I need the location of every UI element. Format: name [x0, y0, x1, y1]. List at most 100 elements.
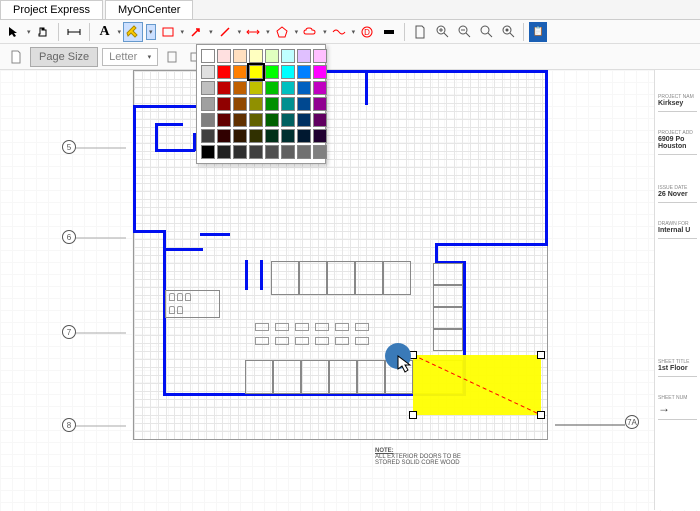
redact-tool[interactable]: [379, 22, 399, 42]
pointer-tool[interactable]: [4, 22, 24, 42]
color-swatch[interactable]: [249, 129, 263, 143]
color-swatch[interactable]: [265, 113, 279, 127]
highlighter-tool[interactable]: [123, 22, 143, 42]
color-swatch[interactable]: [217, 49, 231, 63]
color-swatch[interactable]: [233, 129, 247, 143]
color-swatch[interactable]: [281, 145, 295, 159]
color-swatch[interactable]: [217, 81, 231, 95]
paper-size-select[interactable]: Letter▾: [102, 48, 158, 66]
color-swatch[interactable]: [217, 129, 231, 143]
zoom-out-icon[interactable]: [454, 22, 474, 42]
arrow-tool[interactable]: [186, 22, 206, 42]
color-swatch[interactable]: [201, 129, 215, 143]
color-swatch[interactable]: [201, 113, 215, 127]
color-swatch[interactable]: [313, 49, 327, 63]
color-swatch[interactable]: [201, 65, 215, 79]
page-size-button[interactable]: Page Size: [30, 47, 98, 67]
color-swatch[interactable]: [297, 129, 311, 143]
color-swatch[interactable]: [201, 81, 215, 95]
color-swatch[interactable]: [249, 145, 263, 159]
color-swatch[interactable]: [249, 49, 263, 63]
polygon-dropdown[interactable]: ▾: [295, 28, 299, 36]
cloud-tool[interactable]: [300, 22, 320, 42]
pointer-dropdown[interactable]: ▾: [27, 28, 31, 36]
color-swatch[interactable]: [313, 65, 327, 79]
color-swatch[interactable]: [249, 113, 263, 127]
freehand-dropdown[interactable]: ▾: [352, 28, 356, 36]
polygon-tool[interactable]: [272, 22, 292, 42]
shape-tool[interactable]: [158, 22, 178, 42]
text-tool[interactable]: A: [95, 22, 115, 42]
color-swatch[interactable]: [281, 65, 295, 79]
cloud-dropdown[interactable]: ▾: [323, 28, 327, 36]
color-swatch[interactable]: [297, 113, 311, 127]
color-swatch[interactable]: [265, 49, 279, 63]
page-icon[interactable]: [410, 22, 430, 42]
color-swatch[interactable]: [297, 145, 311, 159]
highlighter-dropdown[interactable]: ▾: [146, 24, 156, 40]
color-swatch[interactable]: [249, 97, 263, 111]
color-swatch[interactable]: [313, 145, 327, 159]
color-swatch[interactable]: [297, 97, 311, 111]
shape-dropdown[interactable]: ▾: [181, 28, 185, 36]
color-swatch[interactable]: [265, 81, 279, 95]
color-swatch[interactable]: [297, 81, 311, 95]
color-swatch[interactable]: [233, 65, 247, 79]
selection-handle-nw[interactable]: [409, 351, 417, 359]
orientation-portrait-icon[interactable]: [162, 47, 182, 67]
color-swatch[interactable]: [297, 49, 311, 63]
pan-tool[interactable]: [33, 22, 53, 42]
stamp-tool[interactable]: D: [357, 22, 377, 42]
color-swatch[interactable]: [297, 65, 311, 79]
color-swatch[interactable]: [281, 81, 295, 95]
selection-handle-ne[interactable]: [537, 351, 545, 359]
zoom-fit-icon[interactable]: [476, 22, 496, 42]
color-grid: [201, 49, 321, 159]
color-swatch[interactable]: [233, 113, 247, 127]
color-swatch[interactable]: [217, 113, 231, 127]
color-swatch[interactable]: [233, 81, 247, 95]
color-swatch[interactable]: [281, 129, 295, 143]
zoom-in-icon[interactable]: [432, 22, 452, 42]
doc-icon[interactable]: [6, 47, 26, 67]
line-tool[interactable]: [215, 22, 235, 42]
line-dropdown[interactable]: ▾: [238, 28, 242, 36]
color-swatch[interactable]: [265, 129, 279, 143]
dim-dropdown[interactable]: ▾: [266, 28, 270, 36]
color-swatch[interactable]: [265, 65, 279, 79]
arrow-dropdown[interactable]: ▾: [209, 28, 213, 36]
color-swatch[interactable]: [217, 97, 231, 111]
color-swatch[interactable]: [313, 113, 327, 127]
color-swatch[interactable]: [217, 65, 231, 79]
tab-my-on-center[interactable]: MyOnCenter: [105, 0, 193, 19]
color-swatch[interactable]: [281, 97, 295, 111]
color-swatch[interactable]: [217, 145, 231, 159]
tab-project-express[interactable]: Project Express: [0, 0, 103, 19]
color-swatch[interactable]: [233, 97, 247, 111]
highlight-selection[interactable]: [413, 355, 541, 415]
zoom-actual-icon[interactable]: [498, 22, 518, 42]
text-dropdown[interactable]: ▾: [118, 28, 122, 36]
page-setup-bar: Page Size Letter▾: [0, 44, 700, 70]
color-swatch[interactable]: [249, 81, 263, 95]
freehand-tool[interactable]: [329, 22, 349, 42]
color-swatch[interactable]: [265, 145, 279, 159]
selection-handle-sw[interactable]: [409, 411, 417, 419]
dimension-tool[interactable]: [64, 22, 84, 42]
color-swatch[interactable]: [249, 65, 263, 79]
color-swatch[interactable]: [313, 81, 327, 95]
color-swatch[interactable]: [265, 97, 279, 111]
color-swatch[interactable]: [233, 49, 247, 63]
dim-annotation-tool[interactable]: [243, 22, 263, 42]
color-swatch[interactable]: [281, 113, 295, 127]
color-swatch[interactable]: [233, 145, 247, 159]
color-swatch[interactable]: [201, 145, 215, 159]
color-swatch[interactable]: [313, 129, 327, 143]
color-swatch[interactable]: [281, 49, 295, 63]
color-swatch[interactable]: [201, 97, 215, 111]
selection-handle-se[interactable]: [537, 411, 545, 419]
calendar-icon[interactable]: 📋: [529, 22, 547, 42]
color-swatch[interactable]: [201, 49, 215, 63]
drawing-canvas[interactable]: NOTE: ALL EXTERIOR DOORS TO BE STORED SO…: [0, 70, 700, 511]
color-swatch[interactable]: [313, 97, 327, 111]
